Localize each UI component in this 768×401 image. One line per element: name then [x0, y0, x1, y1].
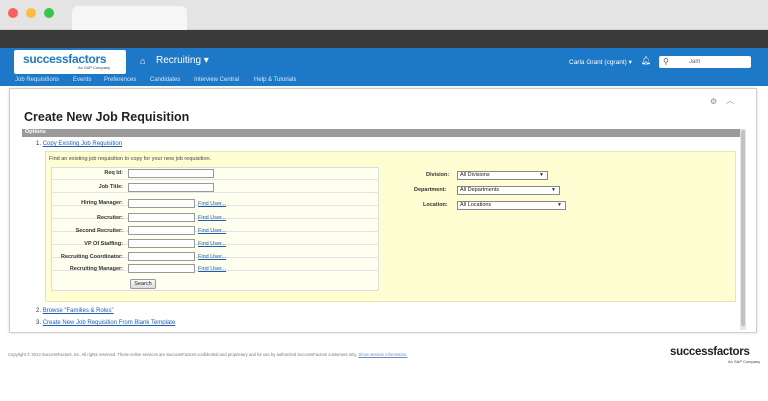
department-label: Department: [414, 187, 447, 193]
browser-chrome [0, 0, 768, 30]
division-value: All Divisions [460, 172, 490, 178]
division-label: Division: [426, 172, 450, 178]
bell-icon[interactable]: 🔔︎ [641, 56, 651, 65]
search-input[interactable] [675, 57, 747, 67]
department-value: All Departments [460, 187, 500, 193]
collapse-icon[interactable]: ︿ [726, 95, 734, 106]
footer-copyright: Copyright © 2013 SuccessFactors, Inc. Al… [8, 352, 407, 357]
home-icon[interactable]: ⌂ [140, 56, 145, 66]
copyright-text: Copyright © 2013 SuccessFactors, Inc. Al… [8, 352, 358, 357]
job-title-input[interactable] [128, 183, 214, 192]
maximize-window-button[interactable] [44, 8, 54, 18]
close-window-button[interactable] [8, 8, 18, 18]
show-session-link[interactable]: Show session information. [358, 352, 407, 357]
step-2-number: 2. [36, 308, 42, 314]
department-select[interactable]: All Departments ▼ [457, 186, 560, 195]
module-menu[interactable]: Recruiting ▾ [156, 55, 209, 66]
nav-job-requisitions[interactable]: Job Requisitions [15, 77, 59, 83]
location-value: All Locations [460, 202, 492, 208]
step-1-number: 1. [36, 141, 42, 147]
chevron-down-icon: ▼ [557, 202, 562, 208]
logo-subtitle: An SAP Company [78, 65, 111, 70]
search-icon: ⚲ [663, 57, 669, 66]
create-from-blank-template-link[interactable]: Create New Job Requisition From Blank Te… [43, 320, 176, 326]
copy-existing-link[interactable]: Copy Existing Job Requisition [43, 141, 122, 147]
req-id-input[interactable] [128, 169, 214, 178]
nav-candidates[interactable]: Candidates [150, 77, 180, 83]
job-title-label: Job Title: [98, 184, 123, 190]
options-bar: Options [22, 129, 740, 137]
step-2: 2. Browse "Families & Roles" [36, 308, 114, 314]
nav-events[interactable]: Events [73, 77, 91, 83]
logo[interactable]: successfactors An SAP Company [14, 50, 126, 74]
chevron-down-icon: ▼ [539, 172, 544, 178]
options-label: Options [25, 129, 46, 135]
page-title: Create New Job Requisition [24, 110, 190, 124]
division-select[interactable]: All Divisions ▼ [457, 171, 548, 180]
panel-hint: Find an existing job requisition to copy… [49, 156, 212, 162]
nav-help-tutorials[interactable]: Help & Tutorials [254, 77, 296, 83]
logo-text: successfactors [23, 52, 107, 66]
search-box[interactable]: ⚲ [659, 56, 751, 68]
chevron-down-icon: ▼ [551, 187, 556, 193]
sub-navigation: Job Requisitions Events Preferences Cand… [0, 76, 768, 86]
recruiting-manager-input[interactable] [128, 264, 195, 273]
req-id-label: Req Id: [104, 170, 123, 176]
search-button[interactable]: Search [130, 279, 156, 289]
app-header: successfactors An SAP Company ⌂ Recruiti… [0, 48, 768, 76]
gear-icon[interactable]: ⚙ [710, 97, 717, 106]
step-1: 1. Copy Existing Job Requisition [36, 141, 122, 147]
location-label: Location: [423, 202, 448, 208]
footer-logo: successfactors [670, 346, 750, 358]
browser-tab[interactable] [72, 6, 187, 30]
nav-preferences[interactable]: Preferences [104, 77, 136, 83]
scrollbar-thumb[interactable] [741, 130, 745, 326]
footer-logo-subtitle: An SAP Company [728, 359, 761, 364]
nav-interview-central[interactable]: Interview Central [194, 77, 239, 83]
recruiting-manager-label: Recruiting Manager: [69, 266, 123, 272]
browse-families-roles-link[interactable]: Browse "Families & Roles" [43, 308, 114, 314]
step-3: 3. Create New Job Requisition From Blank… [36, 320, 175, 326]
step-3-number: 3. [36, 320, 42, 326]
browser-toolbar [0, 30, 768, 48]
recruiting-manager-find-user-link[interactable]: Find User... [198, 266, 226, 272]
user-menu[interactable]: Carla Grant (cgrant) ▾ [569, 58, 632, 66]
location-select[interactable]: All Locations ▼ [457, 201, 566, 210]
minimize-window-button[interactable] [26, 8, 36, 18]
